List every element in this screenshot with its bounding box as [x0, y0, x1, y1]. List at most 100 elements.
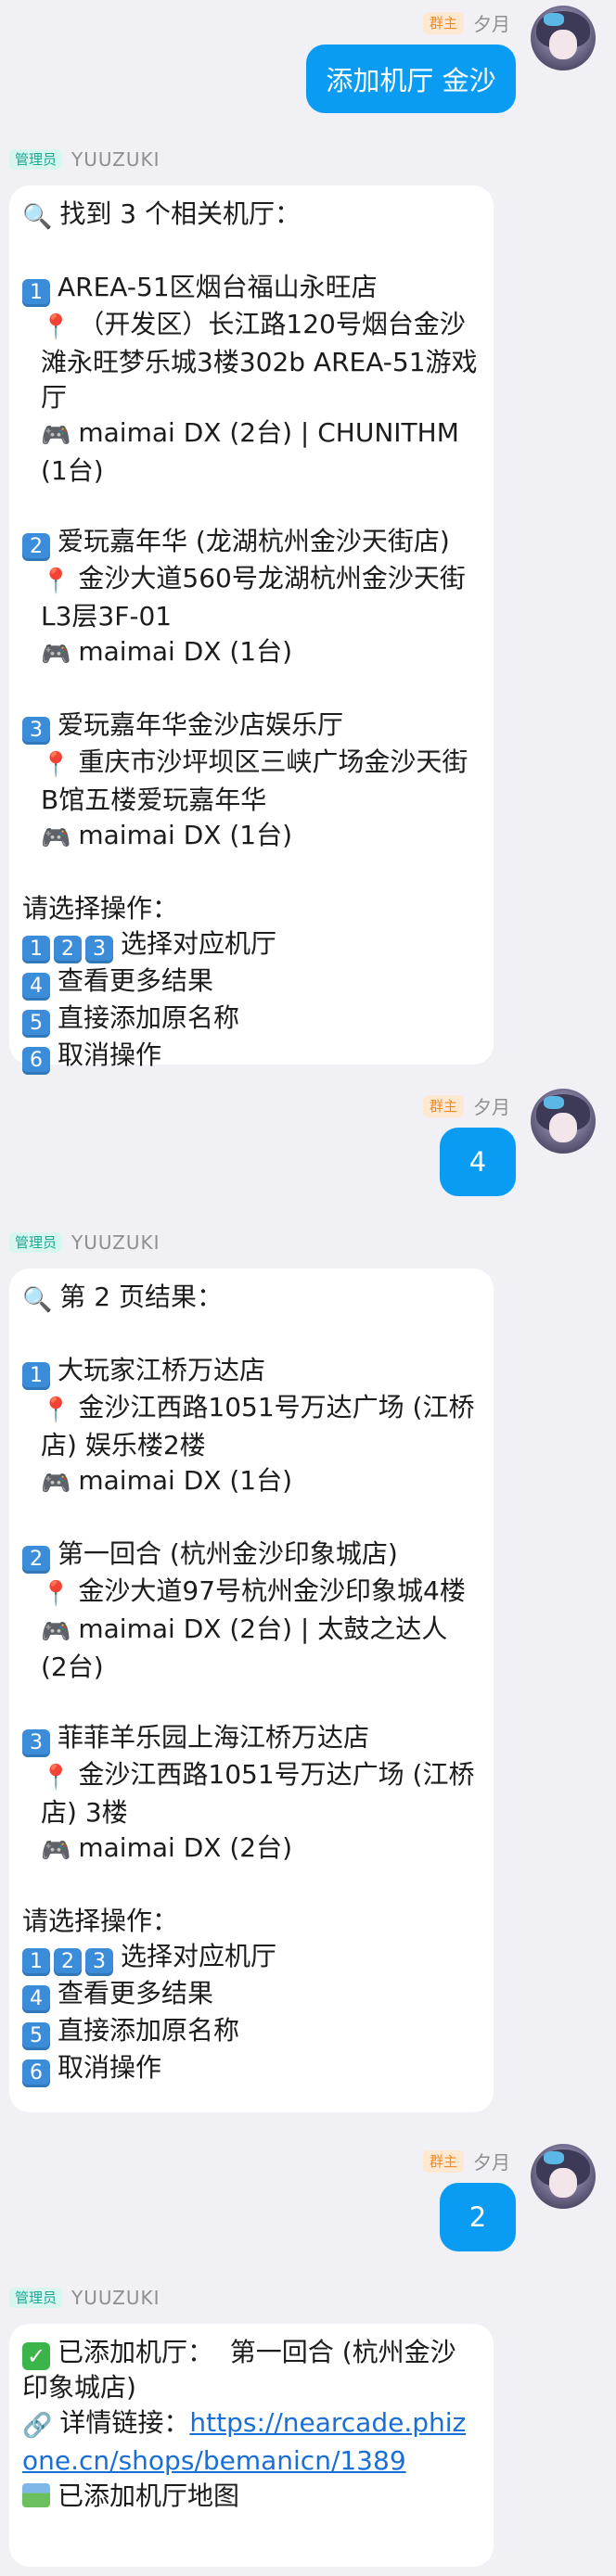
- keycap-4-icon: 4: [22, 973, 50, 1001]
- message-bubble[interactable]: 🔍 第 2 页结果： 1 大玩家江桥万达店 📍 金沙江西路1051号万达广场 (江桥店…: [9, 1269, 494, 2112]
- sender-name: 夕月: [473, 2151, 510, 2174]
- result-item-address: 📍 （开发区）长江路120号烟台金沙滩永旺梦乐城3楼302b AREA-51游戏厅: [41, 309, 478, 413]
- result-item-games: 🎮 maimai DX (1台): [22, 818, 479, 856]
- keycap-icon: 2: [22, 1546, 50, 1574]
- sender-header: 管理员 YUUZUKI: [9, 148, 160, 171]
- keycap-2-icon: 2: [54, 1948, 82, 1976]
- result-item-name: 2 第一回合 (杭州金沙印象城店): [22, 1537, 479, 1574]
- message-bubble[interactable]: 2: [440, 2183, 516, 2251]
- owner-badge: 群主: [422, 1094, 464, 1117]
- keycap-6-icon: 6: [22, 1047, 50, 1075]
- sender-header: 群主 夕月: [422, 2148, 510, 2174]
- keycap-icon: 1: [22, 1362, 50, 1390]
- avatar[interactable]: [531, 2144, 596, 2209]
- results-header: 🔍 第 2 页结果：: [22, 1280, 479, 1318]
- pin-icon: 📍: [41, 751, 71, 779]
- result-item-name: 1 AREA-51区烟台福山永旺店: [22, 270, 479, 307]
- link-icon: 🔗: [22, 2412, 53, 2440]
- message-text: 2: [468, 2201, 487, 2233]
- sender-header: 群主 夕月: [422, 9, 510, 36]
- keycap-6-icon: 6: [22, 2060, 50, 2087]
- result-item-address: 📍 重庆市沙坪坝区三峡广场金沙天街B馆五楼爱玩嘉年华: [41, 746, 468, 815]
- options-prompt: 请选择操作：: [22, 893, 179, 924]
- result-item-name: 1 大玩家江桥万达店: [22, 1353, 479, 1390]
- magnifier-icon: 🔍: [22, 203, 53, 231]
- message-outgoing-1: 群主 夕月 添加机厅 金沙: [0, 0, 616, 121]
- added-confirmation: ✓ 已添加机厅： 第一回合 (杭州金沙印象城店): [22, 2337, 456, 2403]
- check-icon: ✓: [22, 2342, 50, 2370]
- message-incoming-1: 管理员 YUUZUKI 🔍 找到 3 个相关机厅： 1 AREA-51区烟台福山永旺…: [0, 139, 616, 1075]
- message-bubble[interactable]: 4: [440, 1128, 516, 1196]
- result-item-address: 📍 金沙大道97号杭州金沙印象城4楼: [22, 1574, 479, 1612]
- result-item-games: 🎮 maimai DX (2台) | 太鼓之达人 (2台): [41, 1613, 456, 1682]
- results-header: 🔍 找到 3 个相关机厅：: [22, 197, 479, 235]
- message-bubble[interactable]: 🔍 找到 3 个相关机厅： 1 AREA-51区烟台福山永旺店 📍 （开发区）长江路1…: [9, 185, 494, 1075]
- gamepad-icon: 🎮: [41, 1470, 71, 1498]
- pin-icon: 📍: [41, 313, 71, 341]
- option-cancel: 6 取消操作: [22, 2050, 479, 2087]
- sender-header: 管理员 YUUZUKI: [9, 2287, 160, 2309]
- message-text: 添加机厅 金沙: [326, 65, 496, 96]
- sender-name: YUUZUKI: [71, 1231, 160, 1254]
- message-bubble[interactable]: ✓ 已添加机厅： 第一回合 (杭州金沙印象城店) 🔗 详情链接：https://ne…: [9, 2324, 494, 2567]
- keycap-icon: 3: [22, 1729, 50, 1757]
- gamepad-icon: 🎮: [41, 824, 71, 852]
- keycap-icon: 2: [22, 533, 50, 561]
- message-outgoing-3: 群主 夕月 2: [0, 2131, 616, 2261]
- keycap-3-icon: 3: [85, 936, 113, 963]
- keycap-3-icon: 3: [85, 1948, 113, 1976]
- map-icon: [22, 2483, 50, 2507]
- pin-icon: 📍: [41, 1764, 71, 1792]
- sender-name: 夕月: [473, 1096, 510, 1118]
- result-item-address: 📍 金沙江西路1051号万达广场 (江桥店) 3楼: [41, 1759, 475, 1828]
- keycap-2-icon: 2: [54, 936, 82, 963]
- option-more: 4 查看更多结果: [22, 1976, 479, 2013]
- keycap-icon: 1: [22, 279, 50, 307]
- result-item-address: 📍 金沙江西路1051号万达广场 (江桥店) 娱乐楼2楼: [41, 1392, 475, 1460]
- keycap-1-icon: 1: [22, 936, 50, 963]
- admin-badge: 管理员: [9, 149, 63, 170]
- pin-icon: 📍: [41, 567, 71, 595]
- keycap-4-icon: 4: [22, 1985, 50, 2013]
- result-item-name: 3 菲菲羊乐园上海江桥万达店: [22, 1720, 479, 1757]
- message-bubble[interactable]: 添加机厅 金沙: [306, 45, 516, 113]
- result-item-name: 2 爱玩嘉年华 (龙湖杭州金沙天街店): [22, 524, 479, 561]
- result-item-games: 🎮 maimai DX (2台): [22, 1830, 479, 1868]
- message-incoming-2: 管理员 YUUZUKI 🔍 第 2 页结果： 1 大玩家江桥万达店 📍 金沙江西路10…: [0, 1222, 616, 2122]
- result-item-games: 🎮 maimai DX (1台): [22, 1463, 479, 1501]
- avatar[interactable]: [531, 1089, 596, 1154]
- detail-link-line: 🔗 详情链接：https://nearcade.phizone.cn/shops/…: [22, 2407, 467, 2476]
- result-item-games: 🎮 maimai DX (2台) | CHUNITHM (1台): [41, 417, 468, 486]
- message-text: 4: [468, 1146, 487, 1178]
- sender-header: 群主 夕月: [422, 1092, 510, 1119]
- keycap-1-icon: 1: [22, 1948, 50, 1976]
- gamepad-icon: 🎮: [41, 641, 71, 669]
- result-item-games: 🎮 maimai DX (1台): [22, 634, 479, 672]
- result-item-address: 📍 金沙大道560号龙湖杭州金沙天街L3层3F-01: [41, 563, 466, 631]
- avatar[interactable]: [531, 6, 596, 70]
- keycap-5-icon: 5: [22, 2022, 50, 2050]
- gamepad-icon: 🎮: [41, 1837, 71, 1865]
- options-prompt: 请选择操作：: [22, 1906, 179, 1936]
- sender-header: 管理员 YUUZUKI: [9, 1231, 160, 1254]
- admin-badge: 管理员: [9, 1232, 63, 1253]
- message-outgoing-2: 群主 夕月 4: [0, 1076, 616, 1205]
- magnifier-icon: 🔍: [22, 1286, 53, 1314]
- map-line: 已添加机厅地图: [22, 2479, 479, 2514]
- option-cancel: 6 取消操作: [22, 1038, 479, 1075]
- message-incoming-3: 管理员 YUUZUKI ✓ 已添加机厅： 第一回合 (杭州金沙印象城店) 🔗 详情链…: [0, 2277, 616, 2576]
- option-add-raw: 5 直接添加原名称: [22, 1001, 479, 1038]
- pin-icon: 📍: [41, 1580, 71, 1608]
- owner-badge: 群主: [422, 2149, 464, 2173]
- option-more: 4 查看更多结果: [22, 963, 479, 1001]
- sender-name: YUUZUKI: [71, 148, 160, 171]
- sender-name: 夕月: [473, 13, 510, 35]
- option-select: 1 2 3 选择对应机厅: [22, 926, 479, 963]
- pin-icon: 📍: [41, 1396, 71, 1424]
- result-item-name: 3 爱玩嘉年华金沙店娱乐厅: [22, 708, 479, 745]
- keycap-icon: 3: [22, 717, 50, 745]
- option-select: 1 2 3 选择对应机厅: [22, 1939, 479, 1976]
- keycap-5-icon: 5: [22, 1010, 50, 1038]
- owner-badge: 群主: [422, 11, 464, 34]
- gamepad-icon: 🎮: [41, 422, 71, 450]
